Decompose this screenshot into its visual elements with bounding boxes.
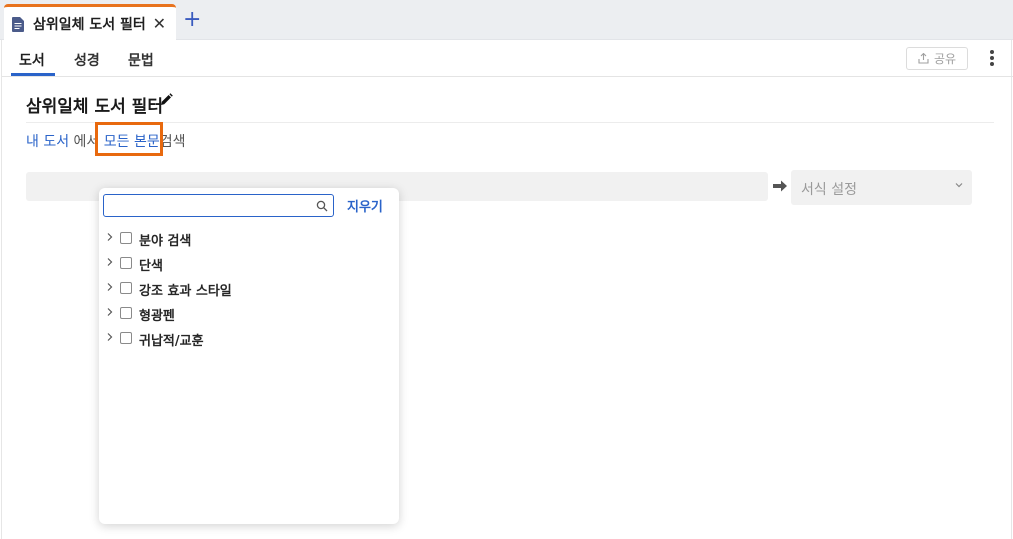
tab-grammar[interactable]: 문법 — [128, 50, 154, 70]
subtab-bar: 도서 성경 문법 공유 — [2, 40, 1013, 77]
list-item: 형광펜 — [99, 301, 399, 326]
page: 도서 성경 문법 공유 삼위일체 도서 필터 내 도서 에서 모든 본문검색 서… — [1, 40, 1013, 539]
list-item-label[interactable]: 강조 효과 스타일 — [139, 280, 232, 299]
search-scope-line: 내 도서 에서 모든 본문검색 — [26, 131, 186, 151]
more-options-icon[interactable] — [982, 48, 1002, 70]
close-icon[interactable]: ✕ — [153, 14, 166, 33]
chevron-right-icon[interactable] — [106, 257, 114, 267]
document-icon — [12, 16, 24, 32]
arrow-right-icon — [773, 180, 787, 192]
checkbox[interactable] — [120, 282, 132, 294]
chevron-down-icon — [955, 183, 963, 188]
page-title: 삼위일체 도서 필터 — [26, 97, 163, 117]
dropdown-search-input[interactable] — [108, 197, 308, 214]
scope-link[interactable]: 내 도서 — [26, 134, 69, 150]
list-item: 분야 검색 — [99, 226, 399, 251]
active-tab-indicator — [11, 73, 55, 76]
tab-bible[interactable]: 성경 — [74, 50, 100, 70]
share-icon — [918, 53, 929, 64]
checkbox[interactable] — [120, 332, 132, 344]
list-item-label[interactable]: 형광펜 — [139, 305, 175, 324]
list-item-label[interactable]: 단색 — [139, 255, 163, 274]
tab-title: 삼위일체 도서 필터 — [33, 17, 146, 33]
tab-books[interactable]: 도서 — [19, 50, 45, 70]
filter-list: 분야 검색 단색 강조 효과 스타일 형광펜 귀납적/교훈 — [99, 226, 399, 351]
share-button[interactable]: 공유 — [906, 47, 968, 70]
chevron-right-icon[interactable] — [106, 332, 114, 342]
text-filter-dropdown: 지우기 분야 검색 단색 강조 효과 스타일 형광펜 귀납적/교훈 — [99, 188, 399, 524]
list-item: 귀납적/교훈 — [99, 326, 399, 351]
list-item-label[interactable]: 귀납적/교훈 — [139, 330, 204, 349]
share-label: 공유 — [933, 52, 957, 66]
list-item: 단색 — [99, 251, 399, 276]
dropdown-search-field[interactable] — [103, 194, 334, 217]
document-tab[interactable]: 삼위일체 도서 필터 ✕ — [4, 4, 176, 41]
list-item-label[interactable]: 분야 검색 — [139, 230, 191, 249]
search-icon — [316, 200, 328, 212]
list-item: 강조 효과 스타일 — [99, 276, 399, 301]
target-link[interactable]: 모든 본문 — [104, 134, 160, 150]
search-action-text: 검색 — [159, 134, 186, 150]
pencil-icon[interactable] — [160, 93, 173, 106]
checkbox[interactable] — [120, 257, 132, 269]
checkbox[interactable] — [120, 232, 132, 244]
chevron-right-icon[interactable] — [106, 232, 114, 242]
checkbox[interactable] — [120, 307, 132, 319]
chevron-right-icon[interactable] — [106, 282, 114, 292]
clear-button[interactable]: 지우기 — [347, 196, 383, 215]
title-divider — [26, 122, 994, 123]
tab-strip: 삼위일체 도서 필터 ✕ + — [0, 0, 1013, 41]
scope-connector: 에서 — [73, 134, 100, 150]
chevron-right-icon[interactable] — [106, 307, 114, 317]
format-setting-select[interactable]: 서식 설정 — [791, 170, 972, 205]
new-tab-button[interactable]: + — [183, 9, 201, 31]
format-select-value: 서식 설정 — [801, 182, 857, 198]
